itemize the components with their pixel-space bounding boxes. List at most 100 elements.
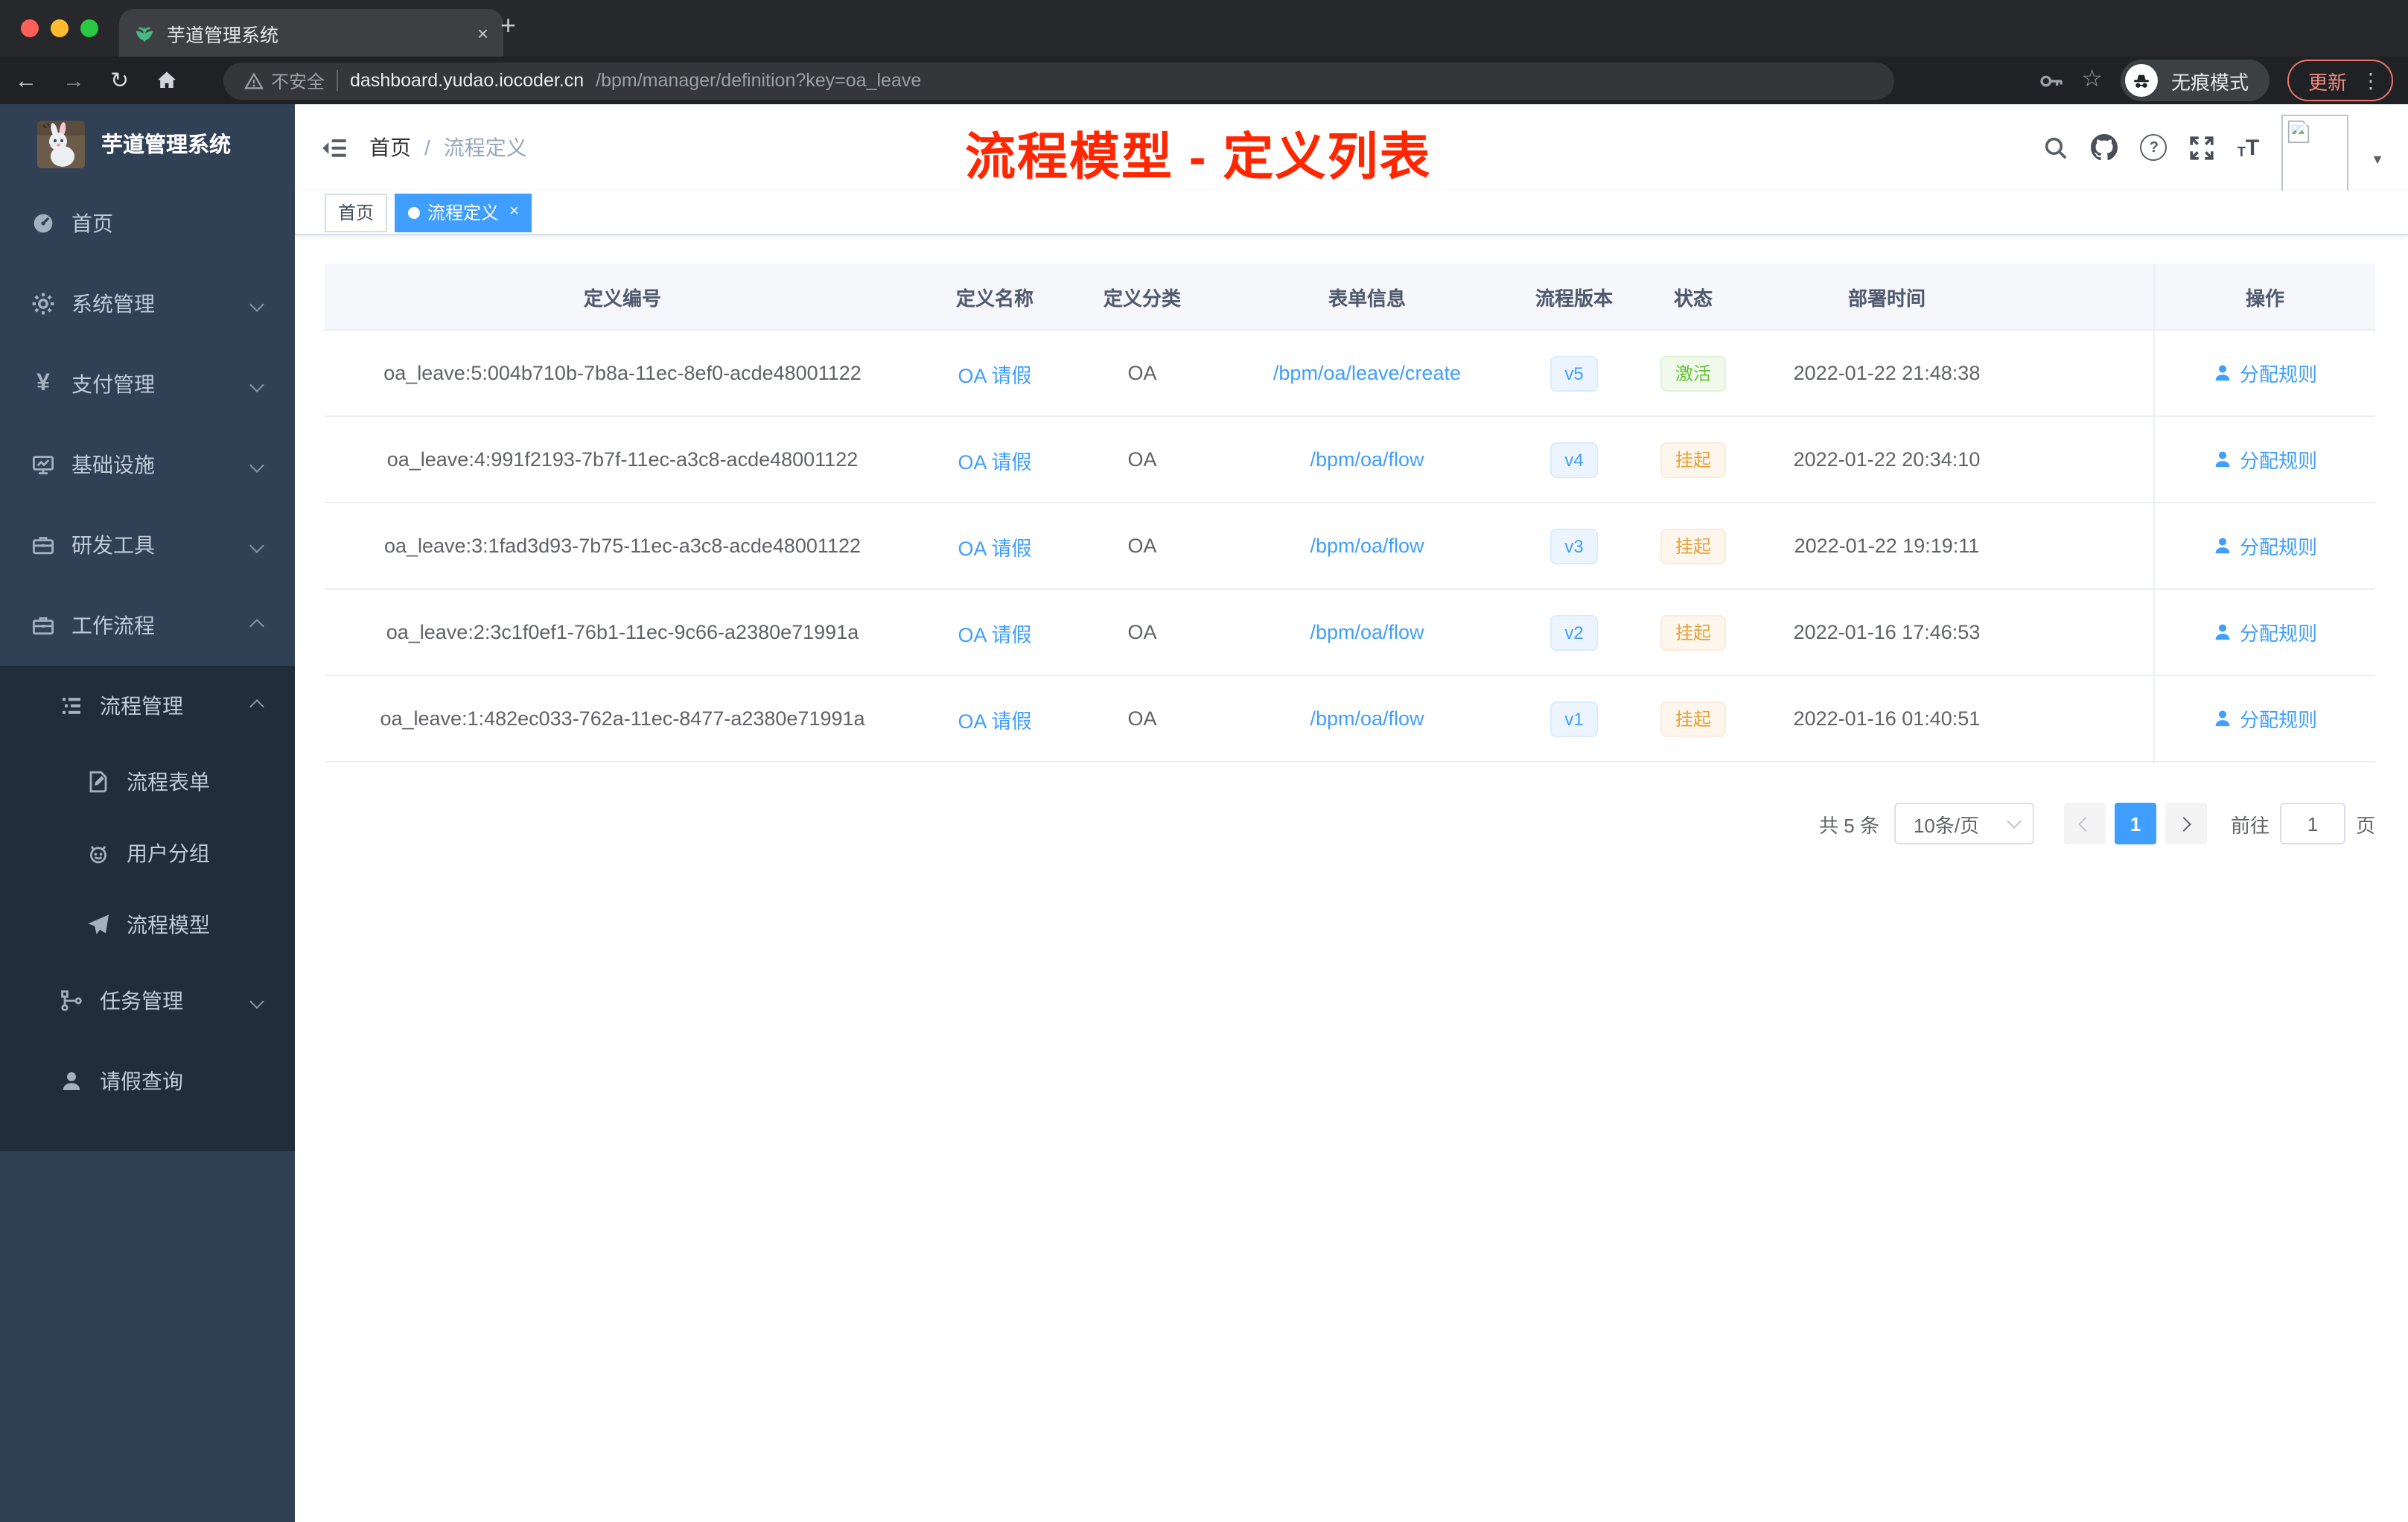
chevron-down-icon bbox=[249, 377, 264, 392]
row-spacer bbox=[2016, 331, 2153, 415]
home-icon[interactable] bbox=[154, 69, 178, 92]
close-window-button[interactable] bbox=[21, 19, 39, 37]
robot-icon bbox=[86, 841, 110, 865]
sidebar-item-workflow[interactable]: 工作流程 bbox=[0, 585, 295, 666]
browser-update-button[interactable]: 更新 ⋮ bbox=[2287, 60, 2393, 101]
tab-close-icon[interactable]: × bbox=[477, 23, 488, 42]
sidebar-collapse-icon[interactable] bbox=[322, 135, 347, 160]
assign-rule-button[interactable]: 分配规则 bbox=[2213, 445, 2317, 474]
form-link[interactable]: /bpm/oa/flow bbox=[1310, 535, 1424, 557]
tag-process-definition[interactable]: 流程定义 × bbox=[395, 193, 532, 232]
current-page-button[interactable]: 1 bbox=[2114, 803, 2156, 844]
chevron-up-icon bbox=[249, 618, 264, 633]
browser-tab[interactable]: 芋道管理系统 × bbox=[119, 9, 503, 57]
zoom-window-button[interactable] bbox=[80, 19, 98, 37]
assign-rule-button[interactable]: 分配规则 bbox=[2213, 359, 2317, 387]
page-size-select[interactable]: 10条/页 bbox=[1893, 803, 2034, 844]
sidebar-item-label: 流程模型 bbox=[127, 913, 210, 937]
sidebar-item-process-model[interactable]: 流程模型 bbox=[0, 889, 295, 961]
sidebar-item-label: 基础设施 bbox=[71, 453, 155, 477]
sidebar-item-leave-query[interactable]: 请假查询 bbox=[0, 1041, 295, 1121]
column-header: 定义名称 bbox=[955, 287, 1033, 309]
monitor-icon bbox=[31, 453, 55, 477]
user-avatar[interactable] bbox=[2281, 115, 2349, 192]
pagination-total: 共 5 条 bbox=[1819, 814, 1879, 836]
assign-rule-button[interactable]: 分配规则 bbox=[2213, 532, 2317, 560]
assign-rule-button[interactable]: 分配规则 bbox=[2213, 704, 2317, 733]
new-tab-button[interactable]: + bbox=[500, 12, 516, 39]
version-tag: v1 bbox=[1549, 701, 1599, 736]
next-page-button[interactable] bbox=[2165, 803, 2207, 844]
form-link[interactable]: /bpm/oa/leave/create bbox=[1273, 362, 1461, 384]
help-icon[interactable]: ? bbox=[2140, 134, 2167, 161]
definition-name-link[interactable]: OA 请假 bbox=[958, 445, 1031, 474]
reload-icon[interactable]: ↻ bbox=[110, 67, 129, 94]
column-header: 状态 bbox=[1673, 287, 1713, 309]
form-link[interactable]: /bpm/oa/flow bbox=[1310, 707, 1424, 730]
avatar-dropdown-caret-icon[interactable]: ▼ bbox=[2371, 152, 2384, 167]
not-secure-warning-icon bbox=[244, 71, 264, 90]
fullscreen-icon[interactable] bbox=[2190, 135, 2215, 160]
form-link[interactable]: /bpm/oa/flow bbox=[1310, 621, 1424, 643]
assign-rule-button[interactable]: 分配规则 bbox=[2213, 618, 2317, 646]
goto-page-input[interactable] bbox=[2279, 803, 2345, 844]
definition-name-link[interactable]: OA 请假 bbox=[958, 704, 1031, 733]
briefcase-icon bbox=[31, 614, 55, 637]
incognito-badge: 无痕模式 bbox=[2120, 60, 2270, 101]
status-badge: 激活 bbox=[1660, 355, 1726, 391]
minimize-window-button[interactable] bbox=[51, 19, 69, 37]
tag-home[interactable]: 首页 bbox=[325, 193, 388, 232]
paper-plane-icon bbox=[86, 913, 110, 937]
sidebar-item-pay[interactable]: ¥ 支付管理 bbox=[0, 344, 295, 424]
chevron-down-icon bbox=[249, 296, 264, 311]
search-icon[interactable] bbox=[2044, 135, 2069, 160]
sidebar-item-dev[interactable]: 研发工具 bbox=[0, 505, 295, 585]
deploy-time: 2022-01-22 21:48:38 bbox=[1793, 362, 1981, 384]
definition-name-link[interactable]: OA 请假 bbox=[958, 617, 1031, 647]
update-label: 更新 bbox=[2307, 71, 2347, 93]
sidebar-item-task-mgmt[interactable]: 任务管理 bbox=[0, 961, 295, 1041]
url-host: dashboard.yudao.iocoder.cn bbox=[350, 70, 585, 91]
sidebar-item-label: 系统管理 bbox=[71, 292, 155, 316]
bookmark-star-icon[interactable]: ☆ bbox=[2081, 68, 2103, 92]
definition-name-link[interactable]: OA 请假 bbox=[958, 531, 1031, 561]
app-navbar: 首页 / 流程定义 流程模型 - 定义列表 ? T T ▼ bbox=[295, 104, 2408, 192]
sidebar-item-label: 任务管理 bbox=[100, 989, 183, 1013]
status-badge: 挂起 bbox=[1660, 614, 1726, 650]
address-bar[interactable]: 不安全 dashboard.yudao.iocoder.cn/bpm/manag… bbox=[223, 62, 1894, 99]
forward-icon[interactable]: → bbox=[63, 68, 85, 93]
app-logo-row[interactable]: 芋道管理系统 bbox=[0, 104, 295, 183]
sidebar-item-system[interactable]: 系统管理 bbox=[0, 264, 295, 344]
sidebar-item-home[interactable]: 首页 bbox=[0, 183, 295, 264]
sidebar-item-process-mgmt[interactable]: 流程管理 bbox=[0, 666, 295, 746]
deploy-time: 2022-01-22 20:34:10 bbox=[1793, 448, 1981, 471]
chevron-down-icon bbox=[249, 993, 264, 1008]
sidebar-item-label: 请假查询 bbox=[100, 1069, 183, 1093]
status-badge: 挂起 bbox=[1660, 701, 1726, 736]
github-icon[interactable] bbox=[2091, 134, 2118, 161]
sidebar: 芋道管理系统 首页 系统管理 ¥ 支付管理 基础设施 研发工具 工作流程 流程管… bbox=[0, 104, 295, 1522]
table-row: oa_leave:3:1fad3d93-7b75-11ec-a3c8-acde4… bbox=[325, 503, 2375, 590]
person-icon bbox=[60, 1069, 83, 1093]
macos-traffic-lights[interactable] bbox=[21, 19, 98, 37]
form-link[interactable]: /bpm/oa/flow bbox=[1310, 448, 1424, 471]
back-icon[interactable]: ← bbox=[15, 68, 37, 93]
tag-close-icon[interactable]: × bbox=[509, 203, 519, 220]
pagination: 共 5 条 10条/页 1 前往 页 bbox=[325, 803, 2375, 844]
sidebar-item-user-group[interactable]: 用户分组 bbox=[0, 818, 295, 889]
font-size-icon[interactable]: TT bbox=[2237, 136, 2259, 159]
sidebar-item-infra[interactable]: 基础设施 bbox=[0, 424, 295, 505]
sidebar-item-process-form[interactable]: 流程表单 bbox=[0, 746, 295, 818]
sidebar-item-label: 用户分组 bbox=[127, 841, 210, 865]
key-icon[interactable] bbox=[2038, 68, 2063, 93]
form-edit-icon bbox=[86, 770, 110, 794]
deploy-time: 2022-01-16 01:40:51 bbox=[1793, 707, 1981, 730]
prev-page-button[interactable] bbox=[2063, 803, 2106, 844]
sidebar-item-label: 支付管理 bbox=[71, 372, 155, 396]
breadcrumb-home[interactable]: 首页 bbox=[369, 133, 411, 162]
sidebar-item-label: 工作流程 bbox=[71, 614, 155, 637]
definition-name-link[interactable]: OA 请假 bbox=[958, 358, 1031, 388]
row-spacer bbox=[2016, 503, 2153, 588]
browser-menu-icon[interactable]: ⋮ bbox=[2360, 70, 2381, 91]
tree-icon bbox=[60, 989, 83, 1013]
